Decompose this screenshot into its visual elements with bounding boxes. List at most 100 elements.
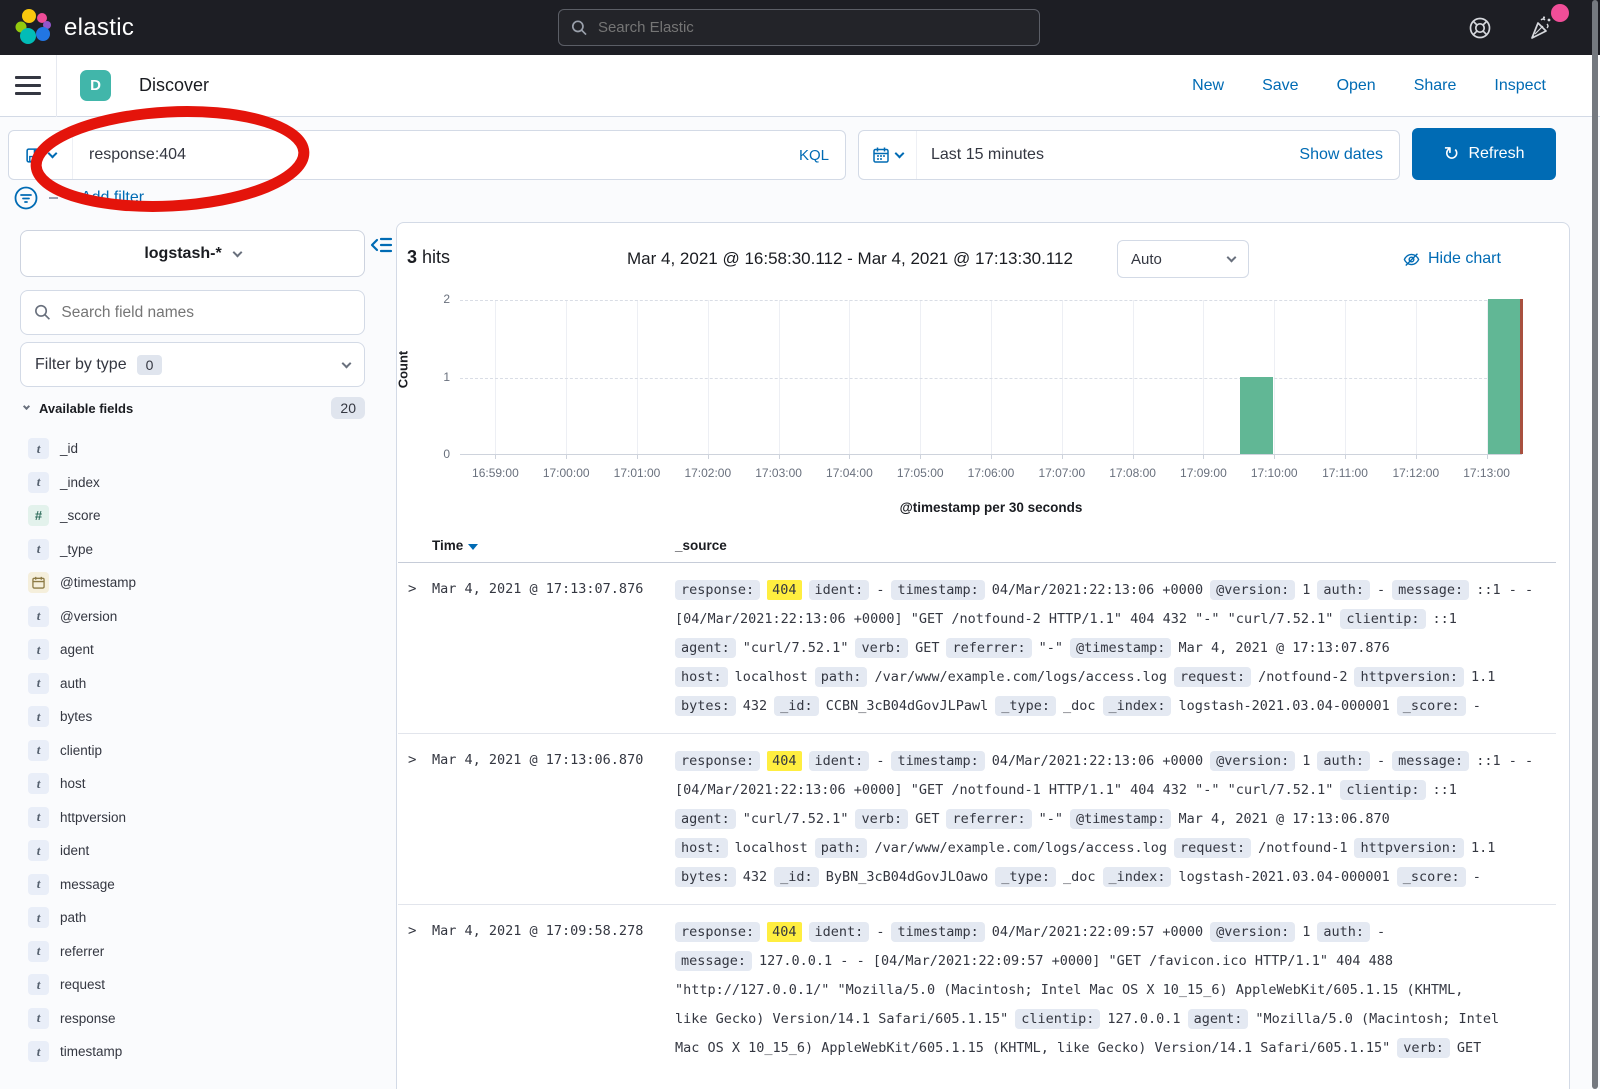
page-scrollbar[interactable]: [1592, 0, 1598, 1089]
histogram-plot[interactable]: [460, 300, 1522, 455]
field-name-pill: host:: [675, 667, 728, 687]
field-item-clientip[interactable]: tclientip: [20, 734, 365, 768]
open-button[interactable]: Open: [1337, 77, 1376, 95]
save-button[interactable]: Save: [1262, 77, 1298, 95]
global-search[interactable]: [558, 9, 1040, 46]
field-item-auth[interactable]: tauth: [20, 667, 365, 701]
field-value: /var/www/example.com/logs/access.log: [874, 669, 1167, 685]
field-item-@timestamp[interactable]: @timestamp: [20, 566, 365, 600]
field-value: 127.0.0.1: [1107, 1011, 1180, 1027]
field-item-_index[interactable]: t_index: [20, 466, 365, 500]
chevron-down-icon: [23, 403, 30, 410]
field-item-referrer[interactable]: treferrer: [20, 935, 365, 969]
available-fields-header[interactable]: Available fields 20: [20, 397, 365, 419]
histogram-bar[interactable]: [1488, 299, 1521, 454]
expand-row-button[interactable]: >: [398, 917, 432, 946]
field-item-response[interactable]: tresponse: [20, 1002, 365, 1036]
field-value: -: [876, 924, 884, 940]
field-name-pill: _index:: [1103, 696, 1172, 716]
expand-row-button[interactable]: >: [398, 746, 432, 775]
new-button[interactable]: New: [1192, 77, 1224, 95]
field-value: GET: [915, 811, 939, 827]
eye-slash-icon: [1403, 251, 1420, 268]
index-pattern-switcher[interactable]: logstash-*: [20, 230, 365, 277]
saved-query-menu-button[interactable]: [9, 131, 73, 179]
discover-app-badge[interactable]: D: [80, 70, 111, 101]
filter-icon[interactable]: [13, 185, 39, 211]
chart-time-range-label: Mar 4, 2021 @ 16:58:30.112 - Mar 4, 2021…: [500, 249, 1200, 269]
field-value: like Gecko) Version/14.1 Safari/605.1.15…: [675, 1011, 1008, 1027]
hide-chart-button[interactable]: Hide chart: [1403, 250, 1501, 268]
field-item-message[interactable]: tmessage: [20, 868, 365, 902]
field-name: @version: [60, 609, 117, 624]
doc-table-header: Time _source: [398, 538, 1556, 563]
field-item-host[interactable]: thost: [20, 767, 365, 801]
field-name-pill: httpversion:: [1354, 838, 1464, 858]
time-column-header[interactable]: Time: [432, 538, 675, 553]
news-party-icon[interactable]: [1527, 14, 1555, 42]
refresh-button[interactable]: ↻ Refresh: [1412, 128, 1556, 180]
help-icon[interactable]: [1466, 14, 1494, 42]
field-item-agent[interactable]: tagent: [20, 633, 365, 667]
share-button[interactable]: Share: [1414, 77, 1457, 95]
field-item-_score[interactable]: #_score: [20, 499, 365, 533]
inspect-button[interactable]: Inspect: [1494, 77, 1546, 95]
search-icon: [571, 19, 588, 37]
field-item-_id[interactable]: t_id: [20, 432, 365, 466]
text-type-icon: t: [28, 706, 49, 727]
x-axis-tick: [849, 454, 850, 459]
interval-select[interactable]: Auto: [1117, 240, 1249, 278]
field-search[interactable]: [20, 290, 365, 335]
field-item-ident[interactable]: tident: [20, 834, 365, 868]
field-value: "-": [1039, 811, 1063, 827]
field-item-timestamp[interactable]: ttimestamp: [20, 1035, 365, 1069]
filter-by-type[interactable]: Filter by type 0: [20, 342, 365, 387]
field-item-@version[interactable]: t@version: [20, 600, 365, 634]
interval-value: Auto: [1131, 251, 1162, 268]
source-column-header[interactable]: _source: [675, 538, 727, 553]
field-value: _doc: [1063, 869, 1096, 885]
field-item-bytes[interactable]: tbytes: [20, 700, 365, 734]
field-name-pill: host:: [675, 838, 728, 858]
x-tick-label: 17:07:00: [1022, 466, 1102, 480]
field-list: t_idt_index#_scoret_type@timestampt@vers…: [20, 432, 365, 1069]
field-value: -: [1377, 753, 1385, 769]
doc-source-line: response:404ident:-timestamp:04/Mar/2021…: [675, 917, 1556, 946]
field-value: -: [1377, 924, 1385, 940]
collapse-sidebar-button[interactable]: [369, 233, 393, 257]
field-name: request: [60, 977, 105, 992]
doc-source-line: bytes:432_id:CCBN_3cB04dGovJLPawl_type:_…: [675, 691, 1556, 720]
x-tick-label: 17:05:00: [880, 466, 960, 480]
field-value: Mac OS X 10_15_6) AppleWebKit/605.1.15 (…: [675, 1040, 1390, 1056]
field-item-httpversion[interactable]: thttpversion: [20, 801, 365, 835]
field-name-pill: auth:: [1317, 580, 1370, 600]
quick-select-menu-button[interactable]: [859, 131, 917, 179]
doc-source: response:404ident:-timestamp:04/Mar/2021…: [675, 917, 1556, 1062]
doc-source-line: like Gecko) Version/14.1 Safari/605.1.15…: [675, 1004, 1556, 1033]
time-range-value[interactable]: Last 15 minutes: [917, 146, 1044, 164]
expand-row-button[interactable]: >: [398, 575, 432, 604]
field-value: ::1: [1433, 782, 1457, 798]
add-filter-button[interactable]: + Add filter: [68, 189, 144, 207]
app-header: D Discover New Save Open Share Inspect: [0, 55, 1600, 117]
global-header: elastic: [0, 0, 1600, 55]
field-search-input[interactable]: [61, 304, 351, 322]
show-dates-button[interactable]: Show dates: [1299, 146, 1399, 164]
field-value: /notfound-1: [1258, 840, 1347, 856]
text-type-icon: t: [28, 740, 49, 761]
field-item-path[interactable]: tpath: [20, 901, 365, 935]
query-input[interactable]: [73, 146, 799, 164]
field-item-_type[interactable]: t_type: [20, 533, 365, 567]
field-item-request[interactable]: trequest: [20, 968, 365, 1002]
doc-source-line: agent:"curl/7.52.1"verb:GETreferrer:"-"@…: [675, 633, 1556, 662]
field-name-pill: timestamp:: [891, 922, 984, 942]
doc-source-line: message:127.0.0.1 - - [04/Mar/2021:22:09…: [675, 946, 1556, 975]
field-name-pill: auth:: [1317, 751, 1370, 771]
discover-toolbar: New Save Open Share Inspect: [1192, 77, 1600, 95]
global-search-input[interactable]: [598, 19, 1027, 36]
menu-button[interactable]: [0, 55, 57, 117]
histogram-bar[interactable]: [1240, 377, 1273, 455]
search-icon: [34, 303, 51, 322]
elastic-logo[interactable]: elastic: [14, 8, 134, 48]
query-language-button[interactable]: KQL: [799, 147, 845, 164]
